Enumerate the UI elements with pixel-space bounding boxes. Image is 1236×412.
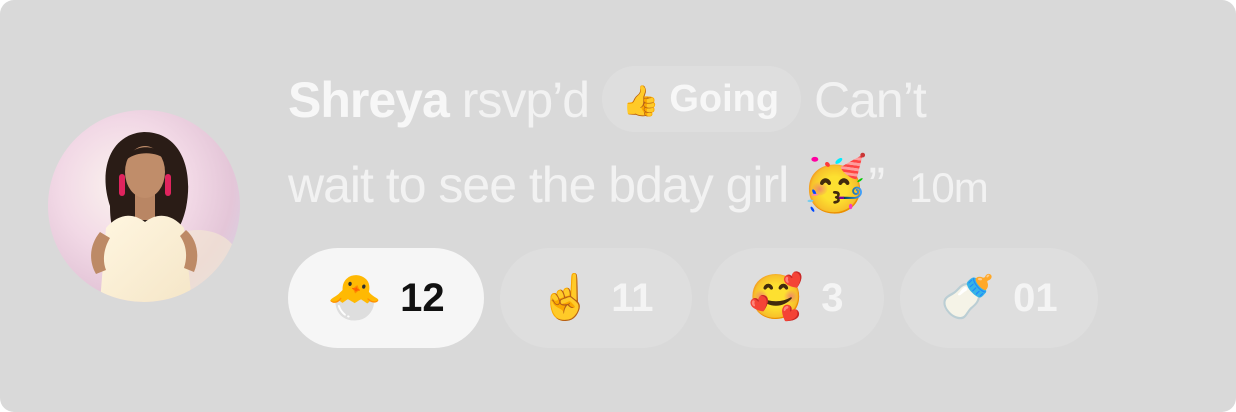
comment-line-1: Can’t xyxy=(814,72,927,128)
index-pointing-up-icon: ☝️ xyxy=(538,272,594,323)
avatar-photo xyxy=(48,110,240,302)
timestamp: 10m xyxy=(909,164,989,211)
activity-text: Shreya rsvp’d 👍 Going Can’t wait to see t… xyxy=(288,58,1188,230)
reaction-bar: 🐣 12 ☝️ 11 🥰 3 🍼 01 xyxy=(288,248,1098,348)
activity-card: Shreya rsvp’d 👍 Going Can’t wait to see t… xyxy=(0,0,1236,412)
reaction-baby-bottle[interactable]: 🍼 01 xyxy=(900,248,1098,348)
status-badge-label: Going xyxy=(669,78,780,120)
reaction-count: 3 xyxy=(821,275,844,320)
reaction-smiling-face-with-hearts[interactable]: 🥰 3 xyxy=(708,248,884,348)
baby-bottle-icon: 🍼 xyxy=(940,272,996,323)
smiling-face-with-hearts-icon: 🥰 xyxy=(748,272,804,323)
thumbs-up-icon: 👍 xyxy=(621,84,660,119)
action-text: rsvp’d xyxy=(461,72,590,128)
reaction-index-pointing-up[interactable]: ☝️ 11 xyxy=(500,248,692,348)
reaction-hatching-chick[interactable]: 🐣 12 xyxy=(288,248,484,348)
comment-line-2: wait to see the bday girl xyxy=(288,157,789,213)
hatching-chick-icon: 🐣 xyxy=(327,272,383,323)
reaction-count: 11 xyxy=(611,275,654,320)
party-face-icon: 🥳 xyxy=(801,152,869,215)
reaction-count: 12 xyxy=(400,275,445,320)
reaction-count: 01 xyxy=(1013,275,1058,320)
comment-close-quote: ” xyxy=(868,157,885,213)
status-badge: 👍 Going xyxy=(601,66,802,132)
avatar[interactable] xyxy=(48,110,240,302)
user-name[interactable]: Shreya xyxy=(288,72,450,128)
